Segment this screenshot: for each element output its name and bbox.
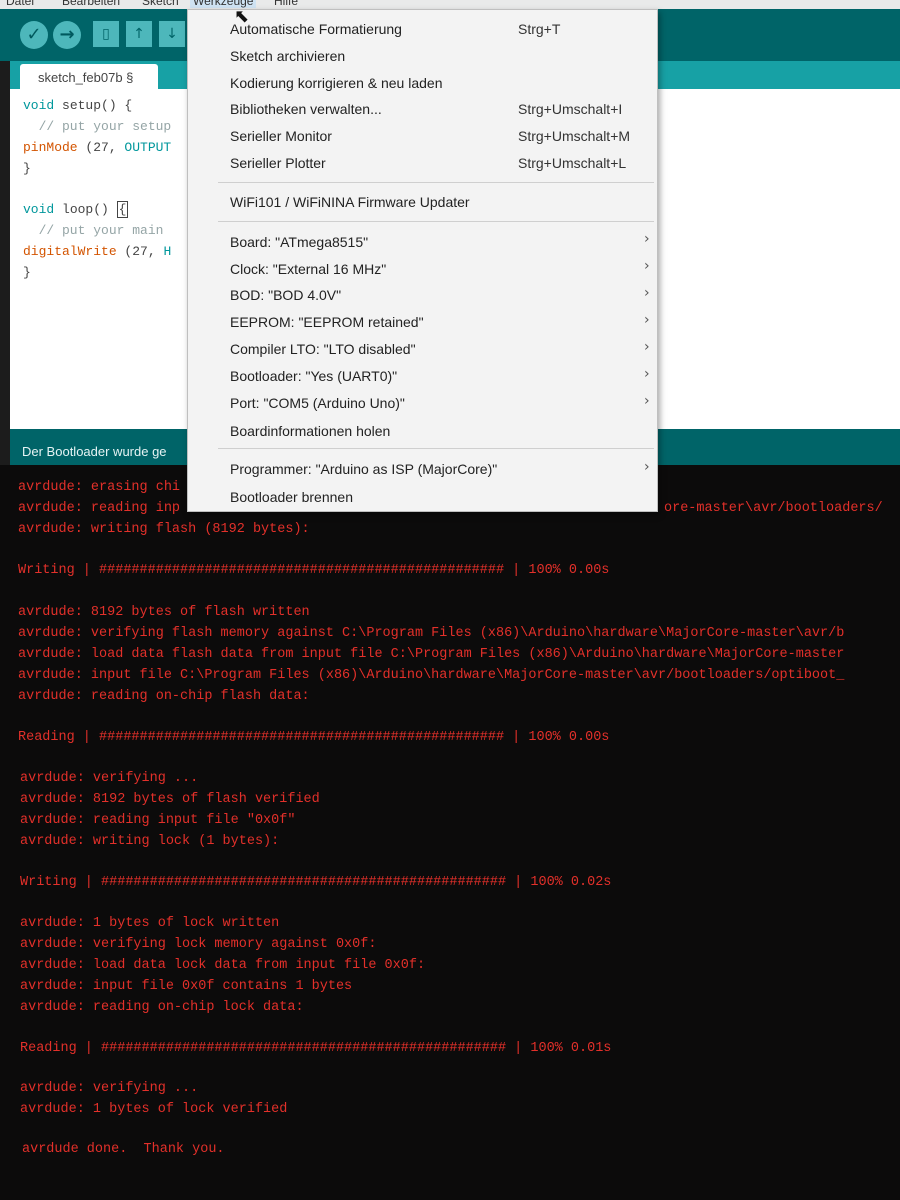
chevron-right-icon: › — [644, 459, 650, 475]
code-line: digitalWrite (27, H — [23, 244, 172, 259]
tab-sketch[interactable]: sketch_feb07b § — [20, 64, 158, 89]
code-line: // put your main — [23, 223, 164, 238]
chevron-right-icon: › — [644, 231, 650, 247]
code-line: // put your setup — [23, 119, 172, 134]
arrow-down-icon: ↓ — [166, 26, 178, 42]
console-line: avrdude: input file 0x0f contains 1 byte… — [20, 979, 353, 994]
chevron-right-icon: › — [644, 339, 650, 355]
chevron-right-icon: › — [644, 393, 650, 409]
console-line: avrdude: 8192 bytes of flash verified — [20, 792, 320, 807]
chevron-right-icon: › — [644, 366, 650, 382]
menu-item-clock[interactable]: Clock: "External 16 MHz" — [230, 261, 386, 277]
menu-separator — [218, 182, 654, 183]
menu-separator — [218, 221, 654, 222]
console-line: avrdude done. Thank you. — [22, 1142, 225, 1157]
shortcut-manage-libraries: Strg+Umschalt+I — [518, 101, 623, 117]
mouse-pointer-icon: ⬉ — [234, 6, 250, 27]
menu-item-serial-plotter[interactable]: Serieller Plotter — [230, 155, 326, 171]
console-line: avrdude: writing flash (8192 bytes): — [18, 522, 310, 537]
console-line: avrdude: erasing chi — [18, 480, 181, 495]
menu-item-burn-bootloader[interactable]: Bootloader brennen — [230, 489, 353, 505]
chevron-right-icon: › — [644, 285, 650, 301]
menu-item-manage-libraries[interactable]: Bibliotheken verwalten... — [230, 101, 382, 117]
menu-item-serial-monitor[interactable]: Serieller Monitor — [230, 128, 332, 144]
menu-item-board-info[interactable]: Boardinformationen holen — [230, 423, 390, 439]
code-line: void setup() { — [23, 98, 133, 113]
file-icon: ▯ — [102, 26, 110, 42]
console-line: avrdude: 1 bytes of lock written — [20, 916, 280, 931]
console-output[interactable]: avrdude: erasing chi avrdude: reading in… — [0, 465, 900, 1200]
menu-item-archive-sketch[interactable]: Sketch archivieren — [230, 48, 345, 64]
arrow-up-icon: ↑ — [133, 26, 145, 42]
code-line: } — [23, 265, 31, 280]
menu-item-programmer[interactable]: Programmer: "Arduino as ISP (MajorCore)" — [230, 461, 497, 477]
console-line: avrdude: writing lock (1 bytes): — [20, 834, 280, 849]
console-line: avrdude: verifying lock memory against 0… — [20, 937, 377, 952]
code-line: void loop() { — [23, 201, 129, 218]
console-line: avrdude: 1 bytes of lock verified — [20, 1102, 288, 1117]
menu-datei[interactable]: Datei — [6, 0, 34, 8]
shortcut-serial-plotter: Strg+Umschalt+L — [518, 155, 627, 171]
console-line: avrdude: load data lock data from input … — [20, 958, 426, 973]
console-line-fragment: ore-master\avr/bootloaders/ — [664, 501, 883, 516]
menu-item-port[interactable]: Port: "COM5 (Arduino Uno)" — [230, 395, 405, 411]
check-icon: ✓ — [26, 24, 42, 45]
verify-button[interactable]: ✓ — [20, 21, 48, 49]
menu-item-fix-encoding[interactable]: Kodierung korrigieren & neu laden — [230, 75, 442, 91]
upload-button[interactable]: → — [53, 21, 81, 49]
menu-item-board[interactable]: Board: "ATmega8515" — [230, 234, 368, 250]
menu-bearbeiten[interactable]: Bearbeiten — [62, 0, 120, 8]
shortcut-serial-monitor: Strg+Umschalt+M — [518, 128, 631, 144]
chevron-right-icon: › — [644, 258, 650, 274]
console-line: avrdude: input file C:\Program Files (x8… — [18, 668, 845, 683]
console-line: avrdude: verifying ... — [20, 771, 199, 786]
window-edge — [0, 61, 10, 465]
console-line: avrdude: verifying ... — [20, 1081, 199, 1096]
shortcut-auto-format: Strg+T — [518, 21, 561, 37]
menu-item-bod[interactable]: BOD: "BOD 4.0V" — [230, 287, 341, 303]
arrow-right-icon: → — [59, 24, 75, 45]
menu-hilfe[interactable]: Hilfe — [274, 0, 298, 8]
menu-item-compiler-lto[interactable]: Compiler LTO: "LTO disabled" — [230, 341, 416, 357]
console-line: avrdude: load data flash data from input… — [18, 647, 845, 662]
menu-separator — [218, 448, 654, 449]
save-sketch-button[interactable]: ↓ — [159, 21, 185, 47]
menu-item-eeprom[interactable]: EEPROM: "EEPROM retained" — [230, 314, 424, 330]
menu-item-bootloader[interactable]: Bootloader: "Yes (UART0)" — [230, 368, 397, 384]
console-line: avrdude: reading on-chip flash data: — [18, 689, 310, 704]
status-message: Der Bootloader wurde ge — [22, 444, 167, 459]
console-line: avrdude: reading inp — [18, 501, 181, 516]
code-line: pinMode (27, OUTPUT — [23, 140, 172, 155]
text-cursor: { — [116, 201, 129, 218]
console-line: avrdude: verifying flash memory against … — [18, 626, 845, 641]
console-line: avrdude: reading on-chip lock data: — [20, 1000, 304, 1015]
tools-menu: Automatische Formatierung Strg+T Sketch … — [187, 9, 658, 512]
console-line: Reading | ##############################… — [18, 730, 610, 745]
new-sketch-button[interactable]: ▯ — [93, 21, 119, 47]
console-line: avrdude: 8192 bytes of flash written — [18, 605, 310, 620]
menu-item-auto-format[interactable]: Automatische Formatierung — [230, 21, 402, 37]
console-line: avrdude: reading input file "0x0f" — [20, 813, 296, 828]
menu-sketch[interactable]: Sketch — [142, 0, 179, 8]
code-line: } — [23, 161, 31, 176]
menu-item-firmware-updater[interactable]: WiFi101 / WiFiNINA Firmware Updater — [230, 194, 470, 210]
console-line: Writing | ##############################… — [20, 875, 612, 890]
menu-bar: Datei Bearbeiten Sketch Werkzeuge Hilfe — [0, 0, 900, 9]
chevron-right-icon: › — [644, 312, 650, 328]
open-sketch-button[interactable]: ↑ — [126, 21, 152, 47]
console-line: Reading | ##############################… — [20, 1041, 612, 1056]
console-line: Writing | ##############################… — [18, 563, 610, 578]
